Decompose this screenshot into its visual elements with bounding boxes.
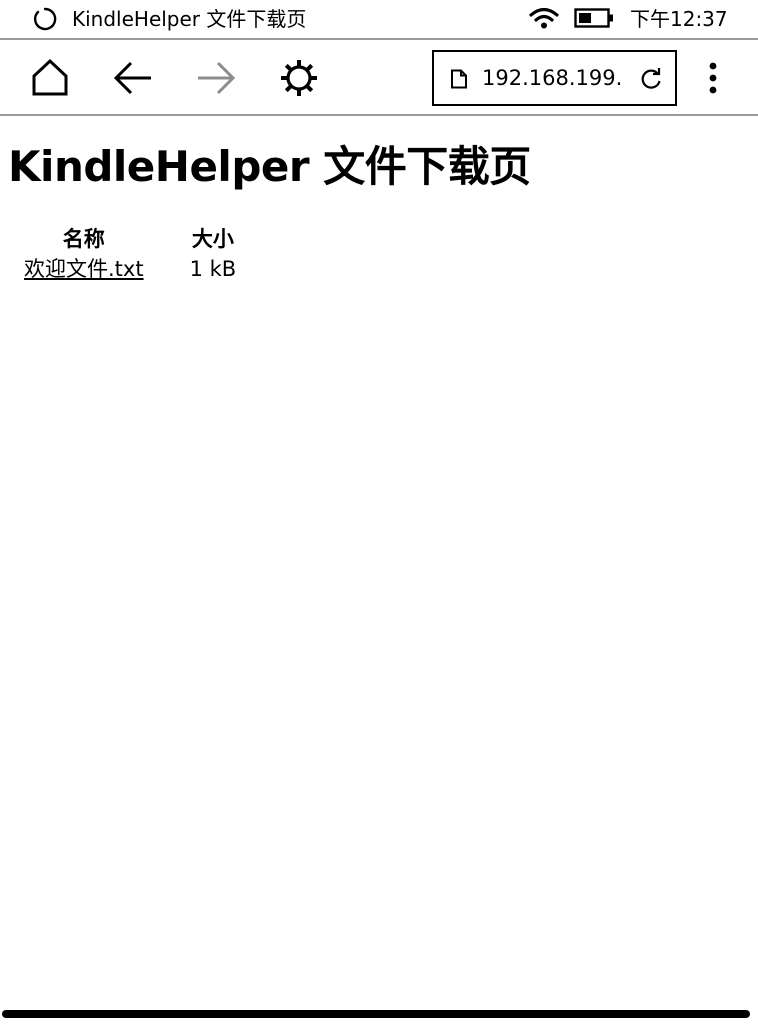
menu-icon <box>709 62 717 94</box>
overflow-menu-button[interactable] <box>698 60 728 96</box>
settings-button[interactable] <box>275 54 323 102</box>
status-bar-time: 下午12:37 <box>630 7 728 31</box>
page-title: KindleHelper 文件下载页 <box>8 142 531 191</box>
column-header-size: 大小 <box>191 227 234 251</box>
file-download-link[interactable]: 欢迎文件.txt <box>24 257 144 281</box>
forward-button[interactable] <box>192 54 240 102</box>
table-row: 欢迎文件.txt 1 kB <box>20 254 240 284</box>
battery-icon <box>574 8 613 28</box>
file-table: 名称 大小 欢迎文件.txt 1 kB <box>20 224 240 284</box>
table-header-row: 名称 大小 <box>20 224 240 254</box>
loading-spinner-icon <box>33 7 57 31</box>
document-icon <box>451 69 467 89</box>
reload-button[interactable] <box>638 66 664 92</box>
file-name-cell: 欢迎文件.txt <box>20 254 148 284</box>
settings-icon <box>281 60 317 96</box>
back-button[interactable] <box>109 54 157 102</box>
forward-arrow-icon <box>198 61 236 95</box>
url-text[interactable]: 192.168.199. <box>482 65 624 91</box>
browser-toolbar: 192.168.199. <box>0 40 758 116</box>
status-bar-title: KindleHelper 文件下载页 <box>72 7 307 31</box>
status-bar: KindleHelper 文件下载页 下午12:37 <box>0 0 758 40</box>
file-size-cell: 1 kB <box>189 257 237 281</box>
reload-icon <box>641 68 661 89</box>
home-button[interactable] <box>26 54 74 102</box>
home-icon <box>32 58 68 96</box>
wifi-icon <box>529 7 559 29</box>
address-bar[interactable]: 192.168.199. <box>432 50 677 106</box>
back-arrow-icon <box>113 61 151 95</box>
bottom-scroll-bar <box>2 1010 750 1018</box>
column-header-name: 名称 <box>62 227 105 251</box>
